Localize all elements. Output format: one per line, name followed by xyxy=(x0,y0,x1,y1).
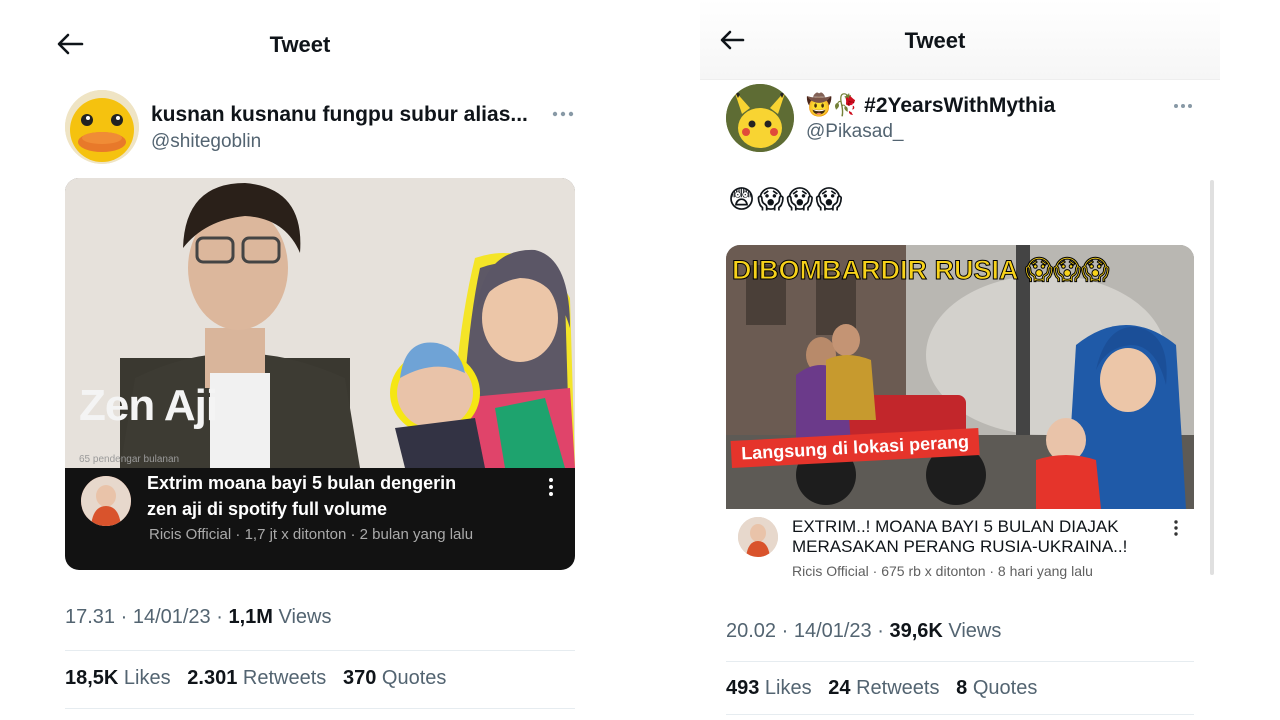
retweets-stat[interactable]: 2.301 Retweets xyxy=(187,667,326,689)
author-emoji: 🤠🥀 xyxy=(806,94,859,117)
views-count: 1,1M xyxy=(228,606,273,628)
video-meta: Ricis Official · 1,7 jt x ditonton · 2 b… xyxy=(149,526,474,543)
quotes-label: Quotes xyxy=(376,667,447,689)
video-title-line2: zen aji di spotify full volume xyxy=(147,499,388,519)
likes-label: Likes xyxy=(118,667,171,689)
tweet-timestamp[interactable]: 17.31 · 14/01/23 · 1,1M Views xyxy=(65,606,331,629)
divider xyxy=(726,661,1194,662)
thumbnail-headline: DIBOMBARDIR RUSIA 😱😱😱 xyxy=(731,255,1110,286)
author-handle[interactable]: @shitegoblin xyxy=(151,131,261,153)
time-date: 20.02 · 14/01/23 · xyxy=(726,620,890,642)
likes-count: 493 xyxy=(726,677,760,699)
channel-avatar-image xyxy=(738,517,778,557)
video-title[interactable]: Extrim moana bayi 5 bulan dengerin zen a… xyxy=(147,470,547,522)
video-title-line2: MERASAKAN PERANG RUSIA-UKRAINA..! xyxy=(792,537,1128,556)
author-name-text: #2YearsWithMythia xyxy=(864,94,1056,117)
likes-count: 18,5K xyxy=(65,667,119,689)
scrollbar[interactable] xyxy=(1210,180,1214,575)
time-date: 17.31 · 14/01/23 · xyxy=(65,606,229,628)
divider xyxy=(65,708,575,709)
more-dots-icon xyxy=(552,111,574,117)
divider xyxy=(726,714,1194,715)
page-title: Tweet xyxy=(904,28,966,53)
tweet-media-card[interactable]: DIBOMBARDIR RUSIA 😱😱😱 Langsung di lokasi… xyxy=(726,245,1194,590)
author-name[interactable]: kusnan kusnanu fungpu subur alias... xyxy=(151,103,528,127)
video-more-icon xyxy=(549,478,553,496)
views-label: Views xyxy=(272,606,332,628)
quotes-count: 8 xyxy=(956,677,968,699)
video-more-icon xyxy=(1174,520,1178,536)
more-dots-icon xyxy=(1174,104,1192,108)
quotes-count: 370 xyxy=(342,667,377,689)
likes-stat[interactable]: 18,5K Likes xyxy=(65,667,171,689)
listeners-text: 65 pendengar bulanan xyxy=(79,454,180,465)
retweets-count: 24 xyxy=(828,677,851,699)
channel-avatar[interactable] xyxy=(81,476,131,526)
author-avatar[interactable] xyxy=(65,90,139,164)
channel-avatar[interactable] xyxy=(738,517,778,557)
quotes-label: Quotes xyxy=(967,677,1038,699)
duck-avatar xyxy=(65,90,139,164)
quotes-stat[interactable]: 370 Quotes xyxy=(343,667,446,689)
left-header-bar: Tweet xyxy=(40,22,600,66)
tweet-text: 😨😱😱😱 xyxy=(728,184,845,214)
page-title: Tweet xyxy=(269,32,331,57)
channel-avatar-image xyxy=(81,476,131,526)
video-meta: Ricis Official · 675 rb x ditonton · 8 h… xyxy=(792,563,1093,579)
retweets-count: 2.301 xyxy=(187,667,238,689)
tweet-media-card[interactable]: Zen Aji 65 pendengar bulanan Extrim moan… xyxy=(65,178,575,570)
right-tweet-panel: Tweet 🤠🥀 #2YearsWithMythia @Pikasad_ 😨😱😱… xyxy=(700,0,1220,720)
video-more-button[interactable] xyxy=(1170,519,1182,537)
video-title-line1: EXTRIM..! MOANA BAYI 5 BULAN DIAJAK xyxy=(792,517,1119,536)
more-options-button[interactable] xyxy=(548,104,578,124)
author-avatar[interactable] xyxy=(726,84,794,152)
author-name[interactable]: 🤠🥀 #2YearsWithMythia xyxy=(806,94,1055,118)
overlay-name: Zen Aji xyxy=(79,381,218,430)
views-count: 39,6K xyxy=(889,620,943,642)
video-title[interactable]: EXTRIM..! MOANA BAYI 5 BULAN DIAJAK MERA… xyxy=(792,517,1162,557)
video-more-button[interactable] xyxy=(543,476,559,498)
tweet-timestamp[interactable]: 20.02 · 14/01/23 · 39,6K Views xyxy=(726,620,1001,643)
right-header-bar: Tweet xyxy=(700,0,1220,80)
engagement-stats: 493 Likes 24 Retweets 8 Quotes xyxy=(726,677,1037,700)
quotes-stat[interactable]: 8 Quotes xyxy=(956,677,1037,699)
left-tweet-panel: Tweet kusnan kusnanu fungpu subur alias.… xyxy=(40,0,600,720)
retweets-stat[interactable]: 24 Retweets xyxy=(828,677,939,699)
divider xyxy=(65,650,575,651)
views-label: Views xyxy=(942,620,1002,642)
author-handle[interactable]: @Pikasad_ xyxy=(806,121,903,143)
likes-label: Likes xyxy=(759,677,812,699)
retweets-label: Retweets xyxy=(850,677,940,699)
retweets-label: Retweets xyxy=(237,667,327,689)
engagement-stats: 18,5K Likes 2.301 Retweets 370 Quotes xyxy=(65,667,446,690)
video-title-line1: Extrim moana bayi 5 bulan dengerin xyxy=(147,473,457,493)
pikachu-avatar xyxy=(726,84,794,152)
likes-stat[interactable]: 493 Likes xyxy=(726,677,812,699)
more-options-button[interactable] xyxy=(1168,96,1198,116)
